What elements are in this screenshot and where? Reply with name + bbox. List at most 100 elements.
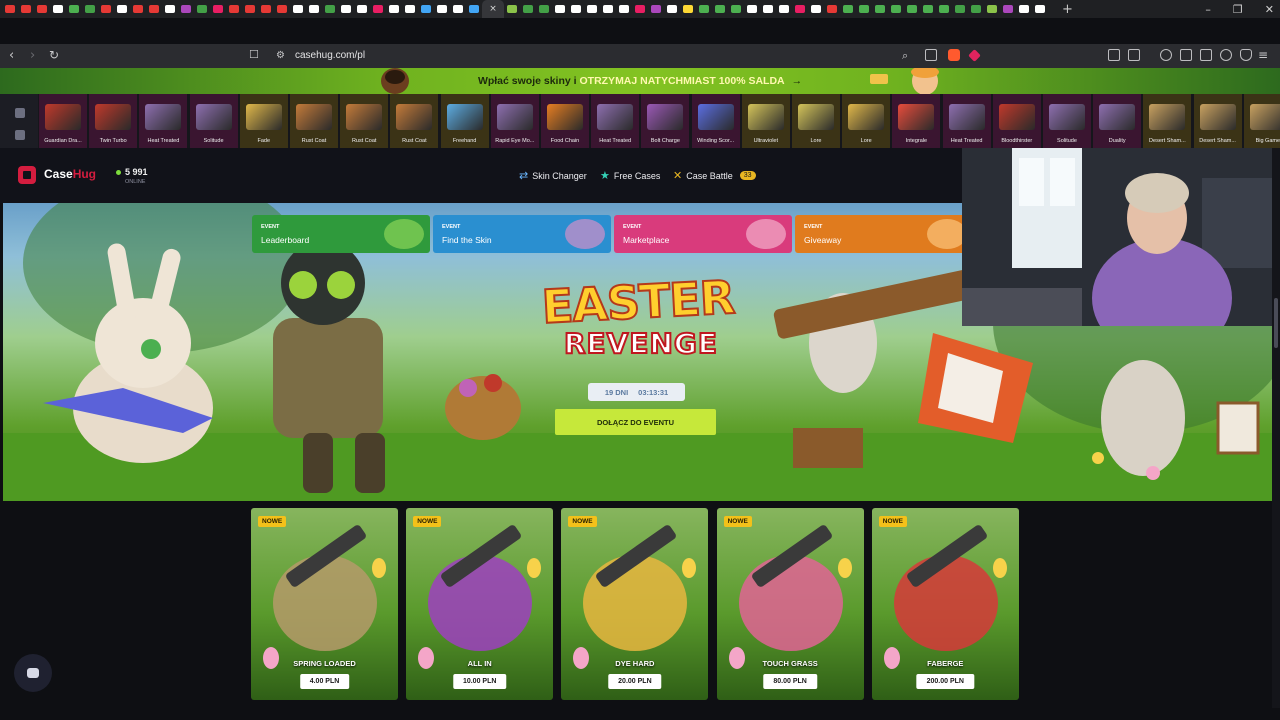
nav-skin-changer[interactable]: ⇄ Skin Changer [519, 169, 587, 182]
site-info-icon[interactable]: ⚙ [276, 50, 285, 61]
browser-tab[interactable] [712, 0, 728, 18]
browser-tab[interactable] [760, 0, 776, 18]
case-card[interactable]: NOWE DYE HARD 20.00 PLN [561, 508, 709, 700]
case-card[interactable]: NOWE FABERGE 200.00 PLN [871, 508, 1019, 700]
browser-tab[interactable] [130, 0, 146, 18]
browser-tab[interactable] [888, 0, 904, 18]
browser-tab[interactable] [258, 0, 274, 18]
media-icon[interactable] [1160, 49, 1172, 61]
join-event-button[interactable]: DOŁĄCZ DO EVENTU [555, 409, 716, 435]
case-card[interactable]: NOWE TOUCH GRASS 80.00 PLN [716, 508, 864, 700]
browser-tab[interactable] [792, 0, 808, 18]
browser-tab[interactable] [34, 0, 50, 18]
browser-tab[interactable] [226, 0, 242, 18]
browser-tab[interactable] [210, 0, 226, 18]
event-card-marketplace[interactable]: EVENT Marketplace [614, 215, 792, 253]
wallet-icon[interactable] [1200, 49, 1212, 61]
promo-banner[interactable]: Wpłać swoje skiny i OTRZYMAJ NATYCHMIAST… [0, 68, 1280, 94]
forward-icon[interactable]: › [30, 48, 35, 63]
browser-tab[interactable] [696, 0, 712, 18]
drop-item[interactable]: Rapid Eye Mo... [490, 94, 539, 148]
browser-tab[interactable] [466, 0, 482, 18]
browser-tab[interactable] [1016, 0, 1032, 18]
page-scrollbar[interactable] [1272, 148, 1280, 708]
browser-tab[interactable] [920, 0, 936, 18]
drop-item[interactable]: Heat Treated [139, 94, 188, 148]
browser-tab[interactable] [338, 0, 354, 18]
browser-tab[interactable] [632, 0, 648, 18]
browser-tab[interactable] [402, 0, 418, 18]
browser-tab[interactable] [242, 0, 258, 18]
search-icon[interactable]: ⌕ [902, 49, 908, 63]
drop-item[interactable]: Food Chain [541, 94, 589, 148]
browser-tab[interactable] [600, 0, 616, 18]
browser-tab[interactable] [616, 0, 632, 18]
browser-tab[interactable] [664, 0, 680, 18]
drop-item[interactable]: Ultraviolet [741, 94, 790, 148]
browser-tab[interactable] [504, 0, 520, 18]
maximize-icon[interactable]: ❐ [1233, 3, 1243, 16]
browser-tab[interactable] [66, 0, 82, 18]
case-price-button[interactable]: 200.00 PLN [916, 674, 974, 689]
drop-item[interactable]: Solitude [189, 94, 238, 148]
vpn-icon[interactable] [1240, 49, 1252, 61]
reload-icon[interactable]: ↻ [49, 48, 59, 62]
top-drops-icon[interactable] [15, 130, 25, 140]
browser-tab[interactable] [18, 0, 34, 18]
browser-tab[interactable] [872, 0, 888, 18]
drop-item[interactable]: Desert Sham... [1193, 94, 1242, 148]
browser-tab[interactable] [1000, 0, 1016, 18]
menu-icon[interactable]: ≡ [1258, 48, 1268, 62]
browser-tab[interactable] [824, 0, 840, 18]
drop-item[interactable]: Integrale [892, 94, 941, 148]
drop-item[interactable]: Heat Treated [591, 94, 640, 148]
browser-tab[interactable] [776, 0, 792, 18]
browser-tab[interactable] [536, 0, 552, 18]
browser-tab[interactable] [952, 0, 968, 18]
all-drops-icon[interactable] [15, 108, 25, 118]
drop-item[interactable]: Freehand [440, 94, 489, 148]
drop-item[interactable]: Desert Sham... [1143, 94, 1192, 148]
tab-close-icon[interactable]: × [489, 4, 497, 14]
browser-tab[interactable] [386, 0, 402, 18]
minimize-icon[interactable]: – [1205, 3, 1211, 16]
browser-tab[interactable] [434, 0, 450, 18]
case-card[interactable]: NOWE SPRING LOADED 4.00 PLN [251, 508, 398, 700]
browser-tab[interactable] [648, 0, 664, 18]
logo-text[interactable]: CaseHug [44, 167, 96, 181]
drop-item[interactable]: Rust Coat [290, 94, 338, 148]
rewards-icon[interactable] [968, 49, 981, 62]
browser-tab[interactable] [418, 0, 434, 18]
logo-icon[interactable] [18, 166, 36, 184]
bookmark-icon[interactable]: ☐ [249, 48, 259, 61]
browser-tab[interactable] [194, 0, 210, 18]
drop-item[interactable]: Winding Scor... [691, 94, 740, 148]
browser-tab[interactable] [584, 0, 600, 18]
browser-tab[interactable] [984, 0, 1000, 18]
browser-tab[interactable] [114, 0, 130, 18]
browser-tab[interactable] [744, 0, 760, 18]
leo-icon[interactable] [1220, 49, 1232, 61]
case-price-button[interactable]: 80.00 PLN [763, 674, 817, 689]
share-icon[interactable] [925, 49, 937, 61]
back-icon[interactable]: ‹ [9, 48, 14, 63]
browser-tab[interactable] [50, 0, 66, 18]
event-card-giveaway[interactable]: EVENT Giveaway [795, 215, 973, 253]
browser-tab[interactable] [370, 0, 386, 18]
browser-tab[interactable] [568, 0, 584, 18]
browser-tab[interactable] [936, 0, 952, 18]
new-tab-icon[interactable]: + [1062, 2, 1076, 17]
browser-tab[interactable] [290, 0, 306, 18]
drop-item[interactable]: Rust Coat [340, 94, 389, 148]
browser-tab[interactable] [728, 0, 744, 18]
drop-item[interactable]: Fade [239, 94, 288, 148]
drop-item[interactable]: Twin Turbo [89, 94, 138, 148]
browser-tab[interactable] [306, 0, 322, 18]
drop-item[interactable]: Duality [1093, 94, 1142, 148]
close-icon[interactable]: ✕ [1265, 3, 1274, 16]
scrollbar-thumb[interactable] [1274, 298, 1278, 348]
browser-tab[interactable] [904, 0, 920, 18]
chat-button[interactable] [14, 654, 52, 692]
browser-tab[interactable] [450, 0, 466, 18]
drop-item[interactable]: Guardian Dra... [39, 94, 87, 148]
